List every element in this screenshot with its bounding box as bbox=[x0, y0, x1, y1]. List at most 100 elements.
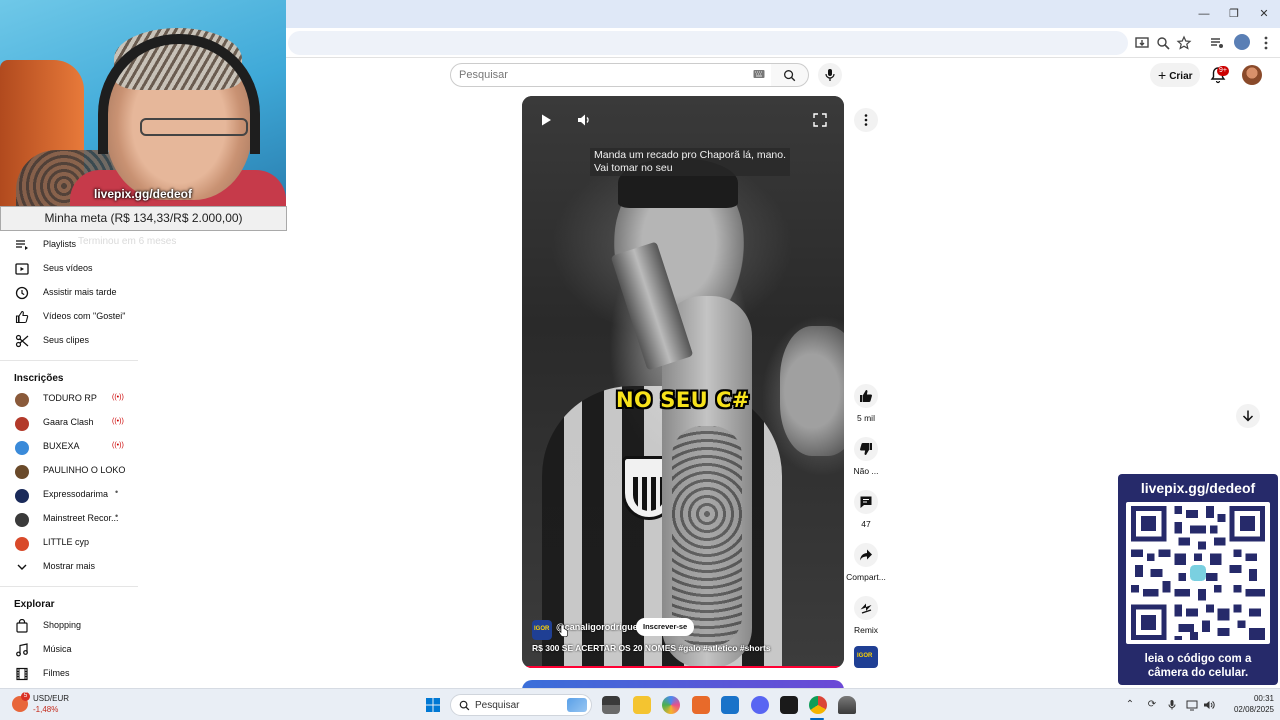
more-options-button[interactable] bbox=[854, 108, 878, 132]
tray-sync-icon[interactable]: ⟳ bbox=[1146, 699, 1158, 711]
sidebar-show-more[interactable]: Mostrar mais bbox=[0, 556, 138, 580]
restore-button[interactable]: ❐ bbox=[1226, 6, 1242, 22]
close-window-button[interactable]: ✕ bbox=[1256, 6, 1272, 22]
sidebar-item-movies[interactable]: Filmes bbox=[0, 663, 138, 687]
browser-menu-icon[interactable] bbox=[1258, 35, 1274, 51]
shorts-video-player[interactable]: Manda um recado pro Chaporã lá, mano. Va… bbox=[522, 96, 844, 668]
vlc-icon[interactable] bbox=[692, 696, 710, 714]
sidebar-item-playlists[interactable]: Playlists bbox=[0, 234, 138, 258]
qr-caption-line: leia o código com a bbox=[1144, 653, 1252, 665]
channel-avatar bbox=[15, 393, 29, 407]
media-queue-icon[interactable] bbox=[1209, 35, 1225, 51]
sidebar-item-label: Gaara Clash bbox=[43, 417, 94, 427]
chrome-icon[interactable] bbox=[809, 696, 827, 714]
sidebar-divider bbox=[0, 586, 138, 587]
playback-progress-bar[interactable] bbox=[522, 666, 844, 668]
sidebar-item-your-clips[interactable]: Seus clipes bbox=[0, 330, 138, 354]
sidebar-item-label: Filmes bbox=[43, 668, 70, 678]
sidebar-item-label: Assistir mais tarde bbox=[43, 287, 117, 297]
browser-profile-avatar[interactable] bbox=[1234, 34, 1250, 50]
search-box bbox=[450, 63, 772, 87]
windows-start-icon[interactable] bbox=[425, 697, 441, 713]
shopping-bag-icon bbox=[16, 619, 28, 633]
volume-icon[interactable] bbox=[576, 112, 592, 128]
channel-avatar bbox=[15, 441, 29, 455]
sidebar-item-label: Mostrar mais bbox=[43, 561, 96, 571]
sidebar-item-label: Seus vídeos bbox=[43, 263, 93, 273]
address-bar[interactable] bbox=[288, 31, 1128, 55]
like-button[interactable] bbox=[854, 384, 878, 408]
arrow-down-icon bbox=[1242, 410, 1254, 422]
sidebar-item-label: Shopping bbox=[43, 620, 82, 630]
channel-avatar[interactable]: IGOR bbox=[532, 620, 552, 640]
share-icon bbox=[860, 549, 872, 561]
sidebar-subscription-buxexa[interactable]: BUXEXA ((•)) bbox=[0, 436, 138, 460]
subscriptions-heading: Inscrições bbox=[14, 373, 64, 384]
file-explorer-icon[interactable] bbox=[633, 696, 651, 714]
comments-button[interactable] bbox=[854, 490, 878, 514]
sidebar-item-your-videos[interactable]: Seus vídeos bbox=[0, 258, 138, 282]
tray-overflow-chevron-icon[interactable]: ⌃ bbox=[1124, 699, 1136, 711]
sidebar-item-watch-later[interactable]: Assistir mais tarde bbox=[0, 282, 138, 306]
share-button[interactable] bbox=[854, 543, 878, 567]
donation-goal-bar: Minha meta (R$ 134,33/R$ 2.000,00) bbox=[0, 206, 287, 231]
windows-taskbar: 5 USD/EUR -1,48% Pesquisar ⌃ ⟳ 00:31 02/… bbox=[0, 688, 1280, 720]
dislike-button[interactable] bbox=[854, 437, 878, 461]
remix-button[interactable] bbox=[854, 596, 878, 620]
sidebar-subscription-gaara-clash[interactable]: Gaara Clash ((•)) bbox=[0, 412, 138, 436]
search-input[interactable] bbox=[459, 67, 739, 83]
thumbs-up-icon bbox=[860, 390, 872, 402]
sidebar-item-label: Seus clipes bbox=[43, 335, 90, 345]
sidebar-subscription-paulinho-o-loko[interactable]: PAULINHO O LOKO bbox=[0, 460, 138, 484]
live-indicator-icon: ((•)) bbox=[112, 442, 124, 449]
audio-source-thumbnail[interactable]: IGOR bbox=[854, 646, 878, 668]
channel-avatar bbox=[15, 465, 29, 479]
voice-search-button[interactable] bbox=[818, 63, 842, 87]
task-view-icon[interactable] bbox=[602, 696, 620, 714]
explore-heading: Explorar bbox=[14, 599, 55, 610]
search-button[interactable] bbox=[771, 63, 809, 87]
subscribe-button[interactable]: Inscrever-se bbox=[636, 618, 695, 636]
taskbar-search-box[interactable]: Pesquisar bbox=[450, 694, 592, 716]
sidebar-item-label: BUXEXA bbox=[43, 441, 80, 451]
sidebar-item-label: Vídeos com "Gostei" bbox=[43, 311, 126, 321]
store-icon[interactable] bbox=[721, 696, 739, 714]
search-icon bbox=[459, 700, 470, 711]
sidebar-subscription-mainstreet[interactable]: Mainstreet Recor... • bbox=[0, 508, 138, 532]
play-icon[interactable] bbox=[538, 112, 554, 128]
capcut-icon[interactable] bbox=[780, 696, 798, 714]
copilot-icon[interactable] bbox=[662, 696, 680, 714]
clock-icon bbox=[15, 286, 29, 300]
taskbar-clock-date[interactable]: 02/08/2025 bbox=[1220, 705, 1274, 714]
keyboard-icon[interactable] bbox=[753, 68, 765, 80]
discord-icon[interactable] bbox=[751, 696, 769, 714]
sidebar-subscription-expressodarima[interactable]: Expressodarima • bbox=[0, 484, 138, 508]
like-count: 5 mil bbox=[857, 413, 875, 423]
bookmark-star-icon[interactable] bbox=[1176, 35, 1192, 51]
share-label: Compart... bbox=[846, 572, 886, 582]
stock-widget-name[interactable]: USD/EUR bbox=[33, 694, 69, 703]
account-avatar[interactable] bbox=[1242, 65, 1262, 85]
short-title[interactable]: R$ 300 SE ACERTAR OS 20 NOMES #galo #atl… bbox=[532, 643, 771, 653]
install-app-icon[interactable] bbox=[1134, 35, 1150, 51]
fullscreen-icon[interactable] bbox=[812, 112, 828, 128]
sidebar-subscription-little-cyp[interactable]: LITTLE cyp bbox=[0, 532, 138, 556]
webcam-glasses bbox=[140, 118, 248, 136]
tray-microphone-icon[interactable] bbox=[1166, 699, 1178, 711]
channel-name-link[interactable]: @canaligorodrigues bbox=[556, 622, 643, 632]
sidebar-item-shopping[interactable]: Shopping bbox=[0, 615, 138, 639]
sidebar-item-music[interactable]: Música bbox=[0, 639, 138, 663]
screen: — ❐ ✕ +Criar 9+ livepix.gg/dedeof Minha … bbox=[0, 0, 1280, 720]
sidebar-subscription-toduro-rp[interactable]: TODURO RP ((•)) bbox=[0, 388, 138, 412]
obs-app-icon[interactable] bbox=[838, 696, 856, 714]
next-short-button[interactable] bbox=[1236, 404, 1260, 428]
tray-network-icon[interactable] bbox=[1186, 699, 1198, 711]
sidebar-item-liked-videos[interactable]: Vídeos com "Gostei" bbox=[0, 306, 138, 330]
microphone-icon bbox=[825, 69, 835, 81]
zoom-icon[interactable] bbox=[1155, 35, 1171, 51]
stock-widget-change[interactable]: -1,48% bbox=[33, 705, 58, 714]
minimize-button[interactable]: — bbox=[1196, 6, 1212, 22]
create-button[interactable]: + Criar bbox=[1150, 63, 1200, 87]
tray-volume-icon[interactable] bbox=[1203, 699, 1215, 711]
taskbar-clock-time[interactable]: 00:31 bbox=[1230, 694, 1274, 703]
